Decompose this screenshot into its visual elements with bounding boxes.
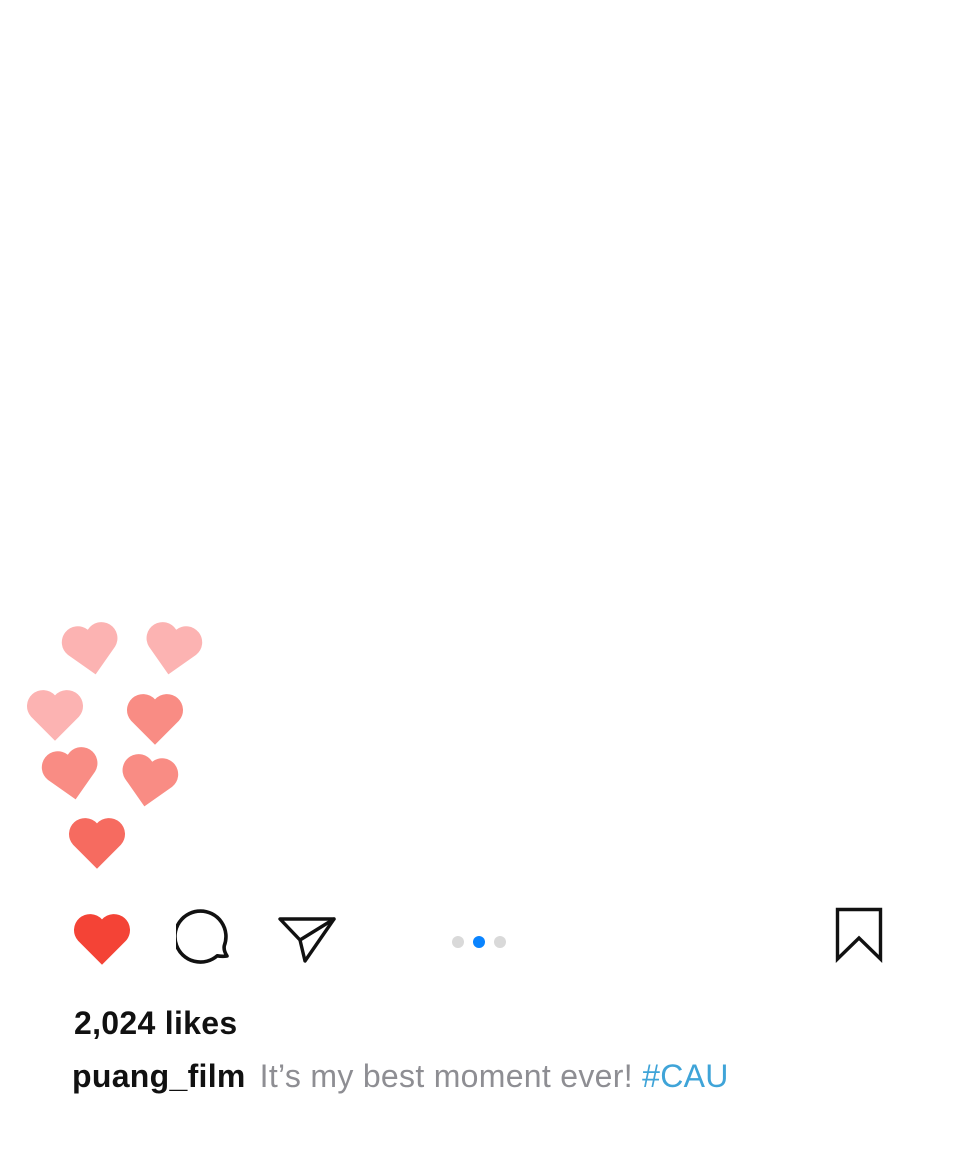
comment-bubble-icon [176,909,229,964]
like-button[interactable] [70,910,134,966]
caption-hashtag[interactable]: #CAU [642,1058,729,1094]
floating-heart-icon [24,686,86,742]
floating-heart-icon [124,690,186,746]
floating-heart-icon [66,814,128,870]
floating-heart-icon [36,740,107,806]
heart-icon [73,914,131,965]
carousel-pagination [452,936,506,948]
pagination-dot[interactable] [494,936,506,948]
save-button[interactable] [834,906,884,964]
pagination-dot-active[interactable] [473,936,485,948]
caption-username[interactable]: puang_film [72,1058,246,1094]
comment-button[interactable] [176,908,234,966]
floating-heart-icon [114,747,185,813]
post-caption: puang_film It’s my best moment ever! #CAU [72,1058,729,1095]
pagination-dot[interactable] [452,936,464,948]
bookmark-icon [835,907,883,964]
paper-plane-icon [278,917,336,963]
likes-count[interactable]: 2,024 likes [74,1005,237,1042]
floating-heart-icon [138,615,209,681]
share-button[interactable] [276,910,338,966]
floating-heart-icon [56,615,127,681]
caption-text: It’s my best moment ever! [259,1058,633,1094]
